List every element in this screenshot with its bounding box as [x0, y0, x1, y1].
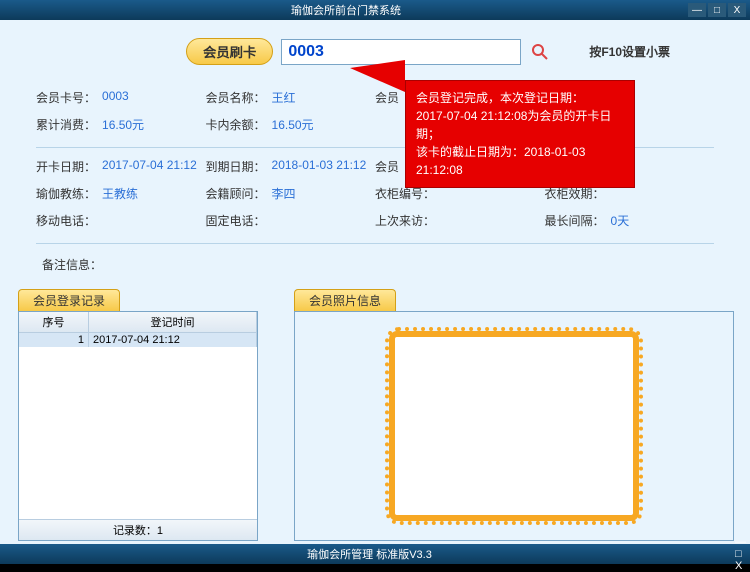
photo-panel — [294, 311, 734, 541]
name-value: 王红 — [272, 89, 296, 106]
consume-value: 16.50元 — [102, 116, 144, 133]
minimize-button[interactable]: — — [735, 536, 746, 548]
table-footer: 记录数：1 — [19, 519, 257, 540]
remark-label: 备注信息： — [42, 258, 102, 272]
photo-info-tab[interactable]: 会员照片信息 — [294, 289, 396, 311]
popup-line1: 会员登记完成，本次登记日期： — [416, 89, 624, 107]
advisor-label: 会籍顾问： — [206, 185, 266, 202]
divider — [36, 243, 714, 244]
photo-frame — [389, 331, 639, 521]
consume-label: 累计消费： — [36, 116, 96, 133]
row-index: 1 — [19, 333, 89, 347]
main-titlebar: 瑜伽会所前台门禁系统 — □ X — [0, 0, 750, 20]
open-date-value: 2017-07-04 21:12 — [102, 158, 197, 175]
maximize-button[interactable]: □ — [735, 548, 746, 560]
balance-label: 卡内余额： — [206, 116, 266, 133]
balance-value: 16.50元 — [272, 116, 314, 133]
login-records-tab[interactable]: 会员登录记录 — [18, 289, 120, 311]
col-index: 序号 — [19, 312, 89, 332]
max-gap-value: 0天 — [611, 212, 630, 229]
popup-line3: 该卡的截止日期为：2018-01-03 21:12:08 — [416, 143, 624, 179]
name-label: 会员名称： — [206, 89, 266, 106]
card-no-value: 0003 — [102, 89, 129, 106]
minimize-button[interactable]: — — [688, 3, 706, 17]
advisor-value: 李四 — [272, 185, 296, 202]
card-no-label: 会员卡号： — [36, 89, 96, 106]
maximize-button[interactable]: □ — [708, 3, 726, 17]
col-time: 登记时间 — [89, 312, 257, 332]
popup-line2: 2017-07-04 21:12:08为会员的开卡日期； — [416, 107, 624, 143]
coach-value: 王教练 — [102, 185, 138, 202]
coach-label: 瑜伽教练： — [36, 185, 96, 202]
notification-popup: 会员登记完成，本次登记日期： 2017-07-04 21:12:08为会员的开卡… — [405, 80, 635, 188]
hint-text: 按F10设置小票 — [589, 43, 670, 60]
max-gap-label: 最长间隔： — [545, 212, 605, 229]
popup-arrow-icon — [350, 60, 405, 92]
window-title: 瑜伽会所前台门禁系统 — [4, 2, 688, 18]
table-row[interactable]: 1 2017-07-04 21:12 — [19, 333, 257, 347]
close-button[interactable]: X — [735, 560, 746, 572]
search-icon[interactable] — [529, 41, 551, 63]
last-visit-label: 上次来访： — [375, 212, 435, 229]
member2-label: 会员 — [375, 158, 399, 175]
open-date-label: 开卡日期： — [36, 158, 96, 175]
mobile-label: 移动电话： — [36, 212, 96, 229]
expire-value: 2018-01-03 21:12 — [272, 158, 367, 175]
expire-label: 到期日期： — [206, 158, 266, 175]
login-records-panel: 序号 登记时间 1 2017-07-04 21:12 记录数：1 — [18, 311, 258, 541]
swipe-card-button[interactable]: 会员刷卡 — [186, 38, 273, 65]
close-button[interactable]: X — [728, 3, 746, 17]
bottom-window-title: 瑜伽会所管理 标准版V3.3 — [4, 546, 735, 562]
row-time: 2017-07-04 21:12 — [89, 333, 257, 347]
tel-label: 固定电话： — [206, 212, 266, 229]
bottom-titlebar: 瑜伽会所管理 标准版V3.3 — □ X — [0, 544, 750, 564]
